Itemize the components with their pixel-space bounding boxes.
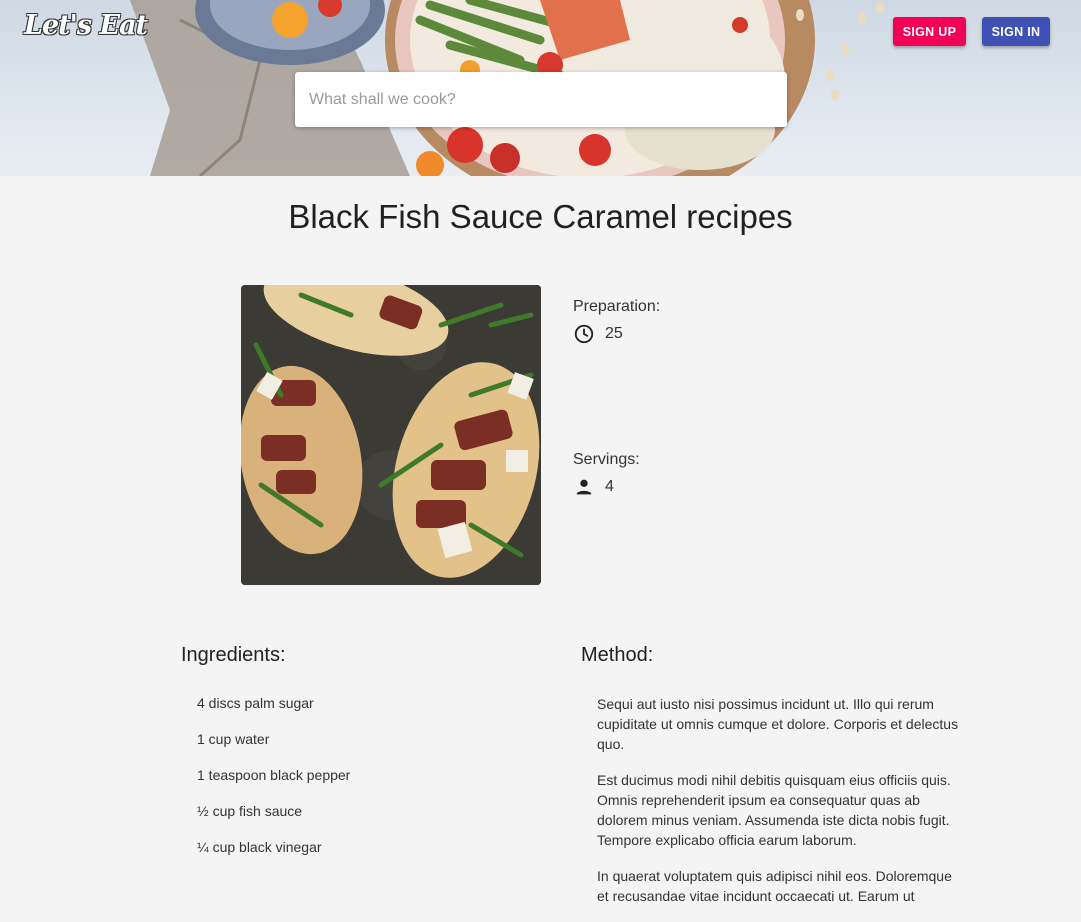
preparation-label: Preparation:: [573, 298, 661, 315]
method-paragraph: Sequi aut iusto nisi possimus incidunt u…: [597, 696, 959, 752]
ingredient-item: 1 teaspoon black pepper: [197, 767, 351, 783]
servings-value: 4: [605, 478, 614, 495]
method-paragraph: In quaerat voluptatem quis adipisci nihi…: [597, 868, 952, 904]
method-text: Sequi aut iusto nisi possimus incidunt u…: [597, 694, 967, 922]
search-box: [295, 72, 787, 127]
sign-in-button[interactable]: SIGN IN: [982, 17, 1050, 46]
ingredients-heading: Ingredients:: [181, 644, 286, 666]
hero-banner: Let's Eat SIGN UP SIGN IN: [0, 0, 1081, 176]
servings-stat: 4: [573, 476, 614, 498]
servings-label: Servings:: [573, 451, 640, 468]
ingredient-item: ½ cup fish sauce: [197, 803, 303, 819]
method-paragraph: Est ducimus modi nihil debitis quisquam …: [597, 772, 951, 848]
recipe-image: [241, 285, 541, 585]
preparation-stat: 25: [573, 323, 623, 345]
search-input[interactable]: [295, 72, 783, 127]
person-icon: [576, 479, 592, 495]
ingredient-item: ¼ cup black vinegar: [197, 839, 322, 855]
sign-up-button[interactable]: SIGN UP: [893, 17, 966, 46]
ingredient-item: 1 cup water: [197, 731, 270, 747]
page-title: Black Fish Sauce Caramel recipes: [288, 198, 793, 235]
clock-icon: [574, 324, 594, 344]
method-heading: Method:: [581, 644, 654, 666]
ingredient-item: 4 discs palm sugar: [197, 695, 314, 711]
logo[interactable]: Let's Eat: [24, 10, 148, 41]
ingredients-list: 4 discs palm sugar 1 cup water 1 teaspoo…: [197, 695, 350, 875]
preparation-value: 25: [605, 325, 623, 342]
